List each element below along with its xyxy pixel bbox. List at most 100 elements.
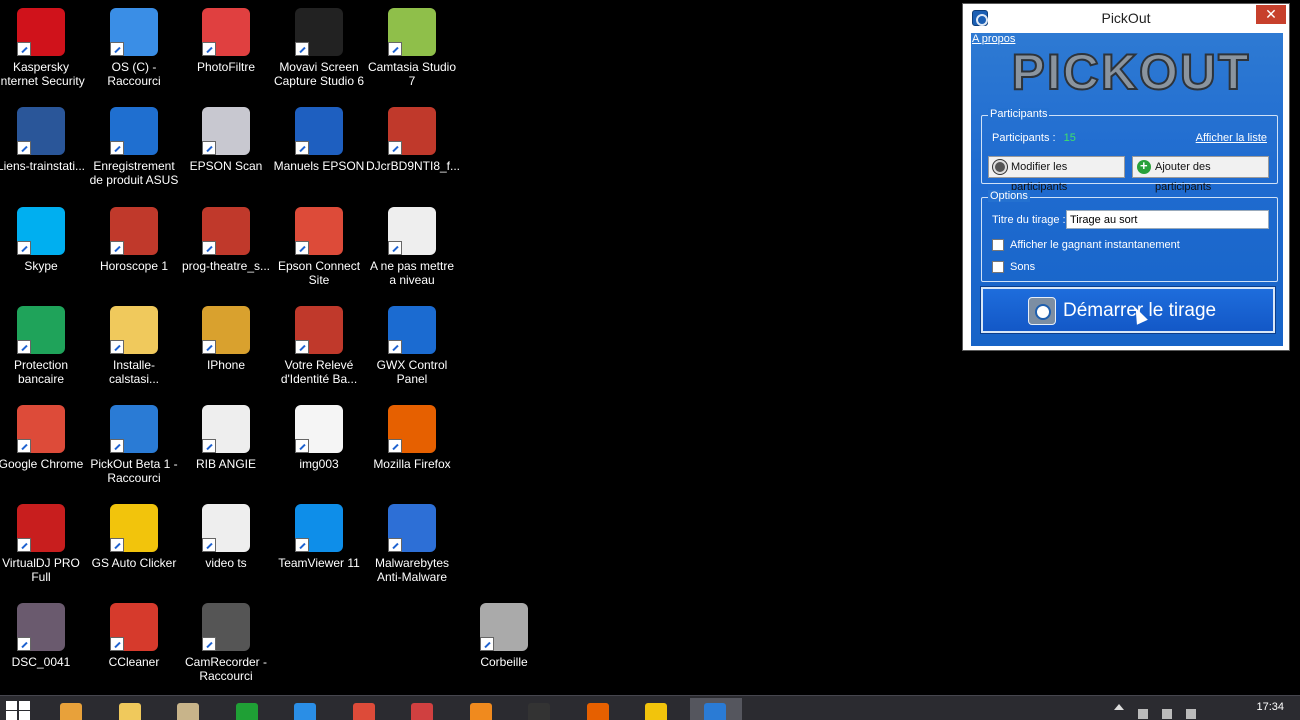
checkbox-box[interactable]: [992, 239, 1004, 251]
desktop-icon[interactable]: GS Auto Clicker: [88, 504, 180, 570]
desktop-icon[interactable]: VirtualDJ PRO Full: [0, 504, 87, 584]
shortcut-arrow-icon: [110, 538, 124, 552]
desktop-icon[interactable]: TeamViewer 11: [273, 504, 365, 570]
start-logo-pane: [19, 711, 30, 720]
desktop-icon[interactable]: PhotoFiltre: [180, 8, 272, 74]
media-player-icon: [469, 703, 492, 720]
desktop-icon-label: Corbeille: [480, 655, 528, 669]
shortcut-arrow-icon: [17, 538, 31, 552]
checkbox-box[interactable]: [992, 261, 1004, 273]
shortcut-arrow-icon: [110, 637, 124, 651]
desktop-icon[interactable]: Enregistrement de produit ASUS: [88, 107, 180, 187]
desktop-icon[interactable]: CamRecorder - Raccourci: [180, 603, 272, 683]
taskbar-button[interactable]: [280, 698, 332, 720]
malwarebytes-icon: [388, 504, 436, 552]
desktop-icon[interactable]: img003: [273, 405, 365, 471]
shortcut-arrow-icon: [295, 42, 309, 56]
edit-participants-button[interactable]: Modifier les participants: [988, 156, 1125, 193]
desktop-icon[interactable]: Kaspersky Internet Security: [0, 8, 87, 88]
desktop-icon[interactable]: IPhone: [180, 306, 272, 372]
desktop-icon[interactable]: Manuels EPSON: [273, 107, 365, 173]
taskbar-button[interactable]: [689, 698, 742, 720]
desktop-icon[interactable]: Horoscope 1: [88, 207, 180, 273]
draw-title-label: Titre du tirage :: [992, 214, 1066, 226]
participants-label: Participants :: [992, 132, 1056, 144]
clock[interactable]: 17:34: [1256, 701, 1284, 714]
gwx-icon: [388, 306, 436, 354]
desktop-icon[interactable]: Liens-trainstati...: [0, 107, 87, 173]
pickout-logo: PICKOUT: [1011, 45, 1250, 97]
start-icon[interactable]: [6, 701, 32, 720]
taskbar-button[interactable]: [456, 698, 508, 720]
shortcut-arrow-icon: [480, 637, 494, 651]
desktop-icon[interactable]: Mozilla Firefox: [366, 405, 458, 471]
drive-icon: [110, 8, 158, 56]
desktop-icon[interactable]: Movavi Screen Capture Studio 6: [273, 8, 365, 88]
desktop-icon[interactable]: video ts: [180, 504, 272, 570]
start-draw-button[interactable]: Démarrer le tirage: [981, 287, 1275, 333]
volume-icon[interactable]: [1186, 709, 1196, 719]
desktop-icon[interactable]: Malwarebytes Anti-Malware: [366, 504, 458, 584]
power-icon[interactable]: [1162, 709, 1172, 719]
taskbar-button[interactable]: [222, 698, 274, 720]
taskbar-button[interactable]: [105, 698, 157, 720]
shortcut-arrow-icon: [388, 538, 402, 552]
about-link[interactable]: A propos: [972, 33, 1015, 45]
shortcut-arrow-icon: [17, 42, 31, 56]
epson-manual-icon: [295, 107, 343, 155]
sounds-checkbox[interactable]: Sons: [992, 260, 1272, 276]
instant-winner-checkbox[interactable]: Afficher le gagnant instantanement: [992, 238, 1272, 254]
desktop-icon[interactable]: CCleaner: [88, 603, 180, 669]
network-icon[interactable]: [1138, 709, 1148, 719]
taskbar-button[interactable]: [514, 698, 566, 720]
desktop-icon[interactable]: Votre Relevé d'Identité Ba...: [273, 306, 365, 386]
add-participants-button[interactable]: Ajouter des participants: [1132, 156, 1269, 193]
shortcut-arrow-icon: [17, 340, 31, 354]
desktop-icon[interactable]: Protection bancaire: [0, 306, 87, 386]
draw-title-input[interactable]: [1066, 210, 1269, 229]
taskbar-button[interactable]: [397, 698, 449, 720]
desktop-icon-label: Manuels EPSON: [273, 159, 365, 173]
desktop-icon[interactable]: A ne pas mettre a niveau: [366, 207, 458, 287]
desktop-icon-label: Mozilla Firefox: [373, 457, 451, 471]
desktop-icon[interactable]: Corbeille: [458, 603, 550, 669]
chrome-icon: [352, 703, 375, 720]
instant-winner-label: Afficher le gagnant instantanement: [1010, 239, 1180, 251]
desktop-icon[interactable]: GWX Control Panel: [366, 306, 458, 386]
desktop-icon[interactable]: Installe-calstasi...: [88, 306, 180, 386]
taskbar-button[interactable]: [163, 698, 215, 720]
desktop-icon[interactable]: Epson Connect Site: [273, 207, 365, 287]
desktop-icon[interactable]: Camtasia Studio 7: [366, 8, 458, 88]
desktop-icon[interactable]: EPSON Scan: [180, 107, 272, 173]
pickout-icon: [1028, 297, 1056, 325]
taskbar-button[interactable]: [339, 698, 391, 720]
desktop-icon[interactable]: DJcrBD9NTI8_f...: [366, 107, 460, 173]
desktop-icon[interactable]: OS (C) - Raccourci: [88, 8, 180, 88]
tray-expand-icon[interactable]: [1114, 704, 1124, 710]
desktop-icon[interactable]: DSC_0041: [0, 603, 87, 669]
desktop-icon-label: PickOut Beta 1 - Raccourci: [90, 457, 178, 485]
shortcut-arrow-icon: [295, 439, 309, 453]
close-button[interactable]: ✕: [1256, 5, 1286, 24]
desktop-icon[interactable]: PickOut Beta 1 - Raccourci: [88, 405, 180, 485]
taskbar-button[interactable]: [631, 698, 683, 720]
pickout-icon: [703, 703, 726, 720]
desktop-icon[interactable]: prog-theatre_s...: [180, 207, 272, 273]
start-logo-pane: [6, 711, 17, 720]
chrome-icon: [17, 405, 65, 453]
shortcut-arrow-icon: [388, 439, 402, 453]
taskbar-button[interactable]: [573, 698, 625, 720]
desktop-icon-label: GS Auto Clicker: [91, 556, 177, 570]
taskbar: 17:34: [0, 695, 1300, 720]
desktop-icon-label: Protection bancaire: [13, 358, 69, 386]
text-file-icon: [388, 207, 436, 255]
notes-icon: [177, 703, 199, 720]
window-titlebar[interactable]: PickOut ✕: [963, 4, 1289, 32]
desktop-icon-label: TeamViewer 11: [278, 556, 360, 570]
desktop-icon[interactable]: Google Chrome: [0, 405, 87, 471]
show-list-link[interactable]: Afficher la liste: [1196, 132, 1267, 144]
asus-icon: [110, 107, 158, 155]
desktop-icon[interactable]: RIB ANGIE: [180, 405, 272, 471]
desktop-icon[interactable]: Skype: [0, 207, 87, 273]
taskbar-button[interactable]: [46, 698, 98, 720]
